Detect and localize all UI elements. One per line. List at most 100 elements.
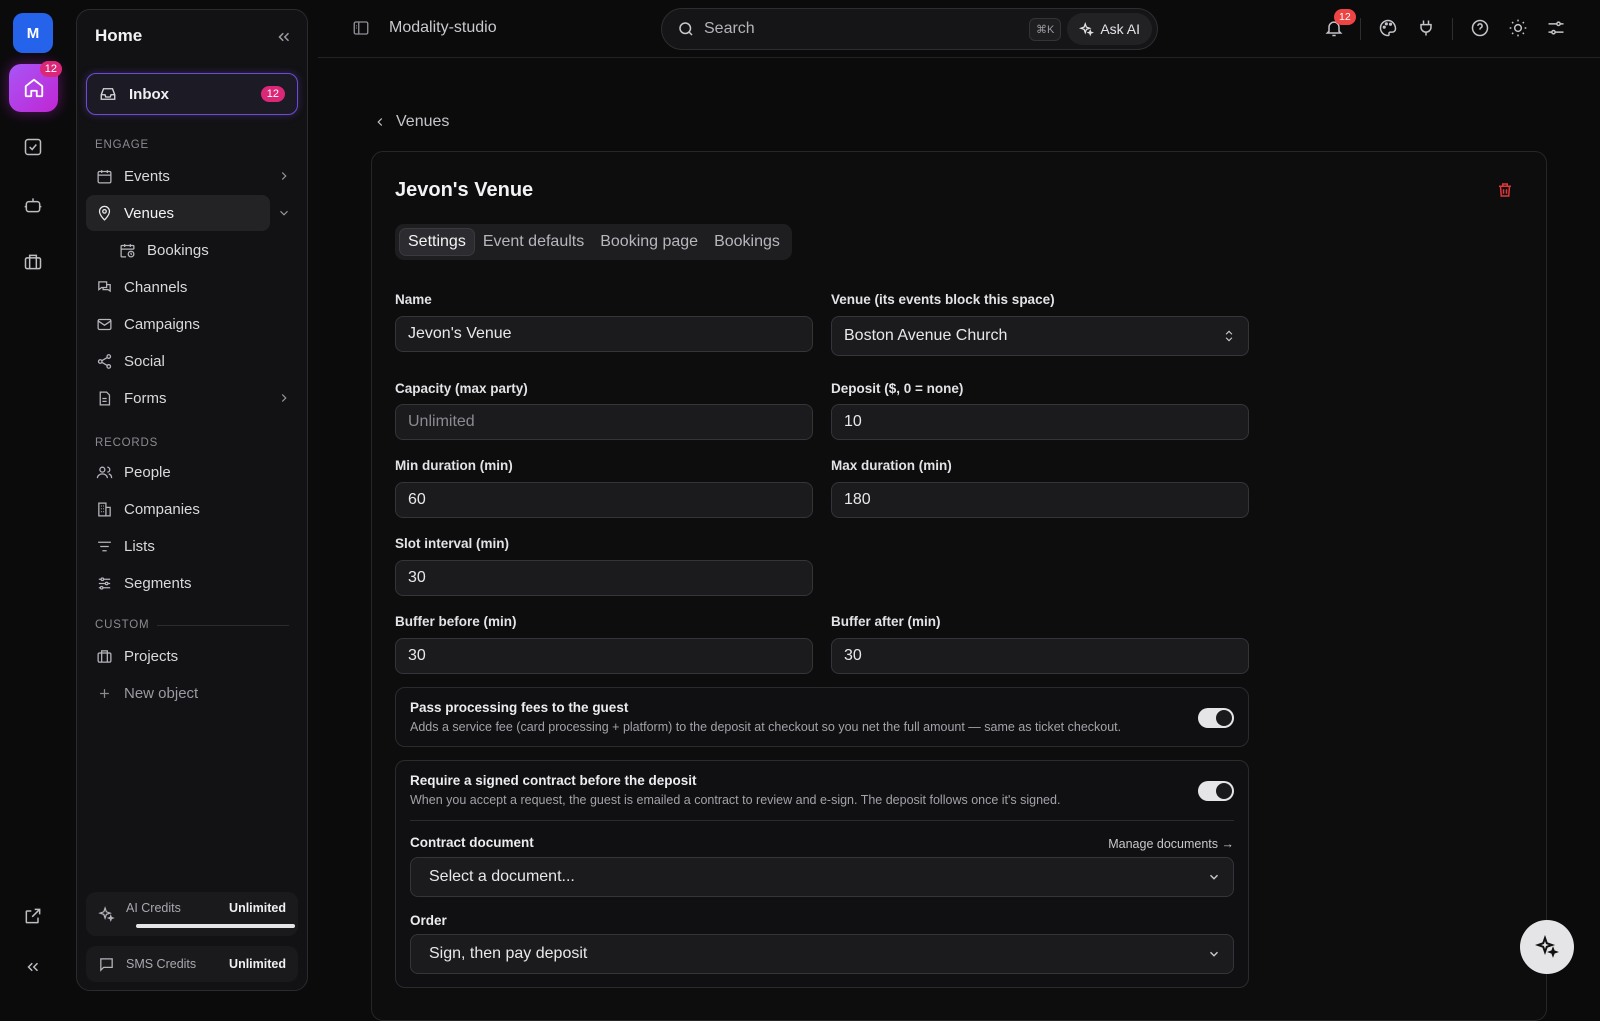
sidebar-item-label: People (124, 463, 171, 481)
ask-ai-label: Ask AI (1100, 21, 1140, 37)
sidebar-item-forms[interactable]: Forms (86, 380, 270, 416)
events-expand-button[interactable] (277, 169, 291, 183)
help-circle-icon (1471, 19, 1489, 37)
calendar-icon (96, 169, 112, 184)
deposit-input[interactable]: 10 (831, 404, 1249, 440)
message-square-icon (100, 957, 113, 972)
capacity-input[interactable]: Unlimited (395, 404, 813, 440)
venues-collapse-button[interactable] (277, 206, 291, 220)
list-icon (97, 541, 111, 551)
buffer-before-input[interactable]: 30 (395, 638, 813, 674)
theme-toggle-button[interactable] (1508, 18, 1528, 38)
theme-palette-button[interactable] (1378, 18, 1398, 38)
buffer-after-input[interactable]: 30 (831, 638, 1249, 674)
forms-expand-button[interactable] (277, 391, 291, 405)
tab-settings[interactable]: Settings (399, 228, 475, 256)
chevron-down-icon (280, 210, 288, 216)
manage-documents-link[interactable]: Manage documents → (1108, 837, 1234, 851)
slot-interval-label: Slot interval (min) (395, 536, 510, 551)
order-label: Order (410, 913, 447, 928)
chevrons-left-icon (27, 962, 39, 972)
max-duration-input[interactable]: 180 (831, 482, 1249, 518)
avatar-initial: M (26, 24, 40, 42)
fees-toggle[interactable] (1198, 708, 1234, 728)
sidebar-item-lists[interactable]: Lists (86, 528, 270, 564)
breadcrumb-back-link[interactable]: Venues (373, 113, 449, 131)
mail-icon (96, 318, 112, 330)
settings-button[interactable] (1546, 18, 1566, 38)
sidebar-item-projects[interactable]: Projects (86, 638, 270, 674)
min-duration-input[interactable]: 60 (395, 482, 813, 518)
sidebar-item-companies[interactable]: Companies (86, 491, 270, 527)
delete-venue-button[interactable] (1496, 181, 1514, 199)
share-icon (97, 353, 111, 369)
contract-toggle[interactable] (1198, 781, 1234, 801)
sidebar-item-label: Campaigns (124, 315, 200, 333)
notifications-badge: 12 (1334, 9, 1356, 25)
sms-credits-value: Unlimited (229, 957, 286, 971)
rail-collapse-button[interactable] (21, 955, 45, 979)
rail-briefcase-button[interactable] (21, 250, 45, 274)
slot-interval-input[interactable]: 30 (395, 560, 813, 596)
sidebar-item-bookings[interactable]: Bookings (109, 232, 279, 268)
sidebar-item-label: Bookings (147, 241, 209, 259)
tab-bookings[interactable]: Bookings (706, 228, 788, 256)
venue-select[interactable]: Boston Avenue Church (831, 316, 1249, 356)
tab-bar: Settings Event defaults Booking page Boo… (395, 224, 792, 260)
sidebar-item-segments[interactable]: Segments (86, 565, 270, 601)
sidebar-item-label: Lists (124, 537, 155, 555)
chevron-left-icon (377, 118, 383, 126)
order-select[interactable]: Sign, then pay deposit (410, 934, 1234, 974)
contract-setting: Require a signed contract before the dep… (395, 760, 1249, 988)
sparkles-icon (98, 905, 115, 922)
sidebar-collapse-button[interactable] (275, 28, 293, 46)
tab-booking-page[interactable]: Booking page (592, 228, 706, 256)
integrations-button[interactable] (1416, 18, 1436, 38)
ask-ai-button[interactable]: Ask AI (1067, 13, 1152, 45)
fees-setting: Pass processing fees to the guest Adds a… (395, 687, 1249, 747)
building-icon (97, 501, 111, 517)
sidebar: Home Inbox 12 ENGAGE Events Venues Booki… (76, 9, 308, 991)
sidebar-item-channels[interactable]: Channels (86, 269, 270, 305)
tab-event-defaults[interactable]: Event defaults (475, 228, 592, 256)
section-custom: CUSTOM (95, 619, 150, 631)
toolbar-divider (1452, 18, 1453, 40)
rail-bot-button[interactable] (21, 193, 45, 217)
venue-select-value: Boston Avenue Church (844, 327, 1008, 344)
rail-home-button[interactable]: 12 (9, 61, 62, 112)
workspace-avatar[interactable]: M (13, 13, 53, 53)
sidebar-item-inbox[interactable]: Inbox 12 (86, 73, 298, 115)
breadcrumb-label: Venues (396, 113, 450, 130)
panel-left-icon (353, 21, 369, 35)
ai-credits-bar (136, 924, 295, 928)
sidebar-item-label: Projects (124, 647, 179, 665)
search-bar[interactable]: Search ⌘K Ask AI (661, 8, 1158, 50)
sidebar-title: Home (95, 26, 143, 45)
briefcase-icon (96, 649, 112, 663)
sidebar-item-events[interactable]: Events (86, 158, 270, 194)
sidebar-item-label: Venues (124, 204, 175, 222)
sidebar-item-venues[interactable]: Venues (86, 195, 270, 231)
toolbar-divider (1360, 18, 1361, 40)
sidebar-new-object-button[interactable]: New object (86, 675, 270, 711)
fees-title: Pass processing fees to the guest (410, 700, 629, 715)
help-button[interactable] (1470, 18, 1490, 38)
section-divider (157, 625, 289, 626)
buffer-before-label: Buffer before (min) (395, 614, 517, 629)
sidebar-item-campaigns[interactable]: Campaigns (86, 306, 270, 342)
venue-select-label: Venue (its events block this space) (831, 292, 1055, 307)
section-engage: ENGAGE (95, 139, 150, 151)
toggle-panel-button[interactable] (352, 19, 370, 37)
sidebar-item-label: Segments (124, 574, 192, 592)
contract-document-select[interactable]: Select a document... (410, 857, 1234, 897)
name-input[interactable]: Jevon's Venue (395, 316, 813, 352)
ai-assistant-button[interactable] (1520, 920, 1574, 974)
map-pin-icon (98, 205, 110, 221)
sidebar-item-social[interactable]: Social (86, 343, 270, 379)
rail-tasks-button[interactable] (21, 135, 45, 159)
sidebar-item-people[interactable]: People (86, 454, 270, 490)
users-icon (96, 466, 112, 478)
project-name[interactable]: Modality-studio (389, 19, 497, 37)
briefcase-icon (24, 254, 42, 270)
rail-external-link-button[interactable] (21, 904, 45, 928)
